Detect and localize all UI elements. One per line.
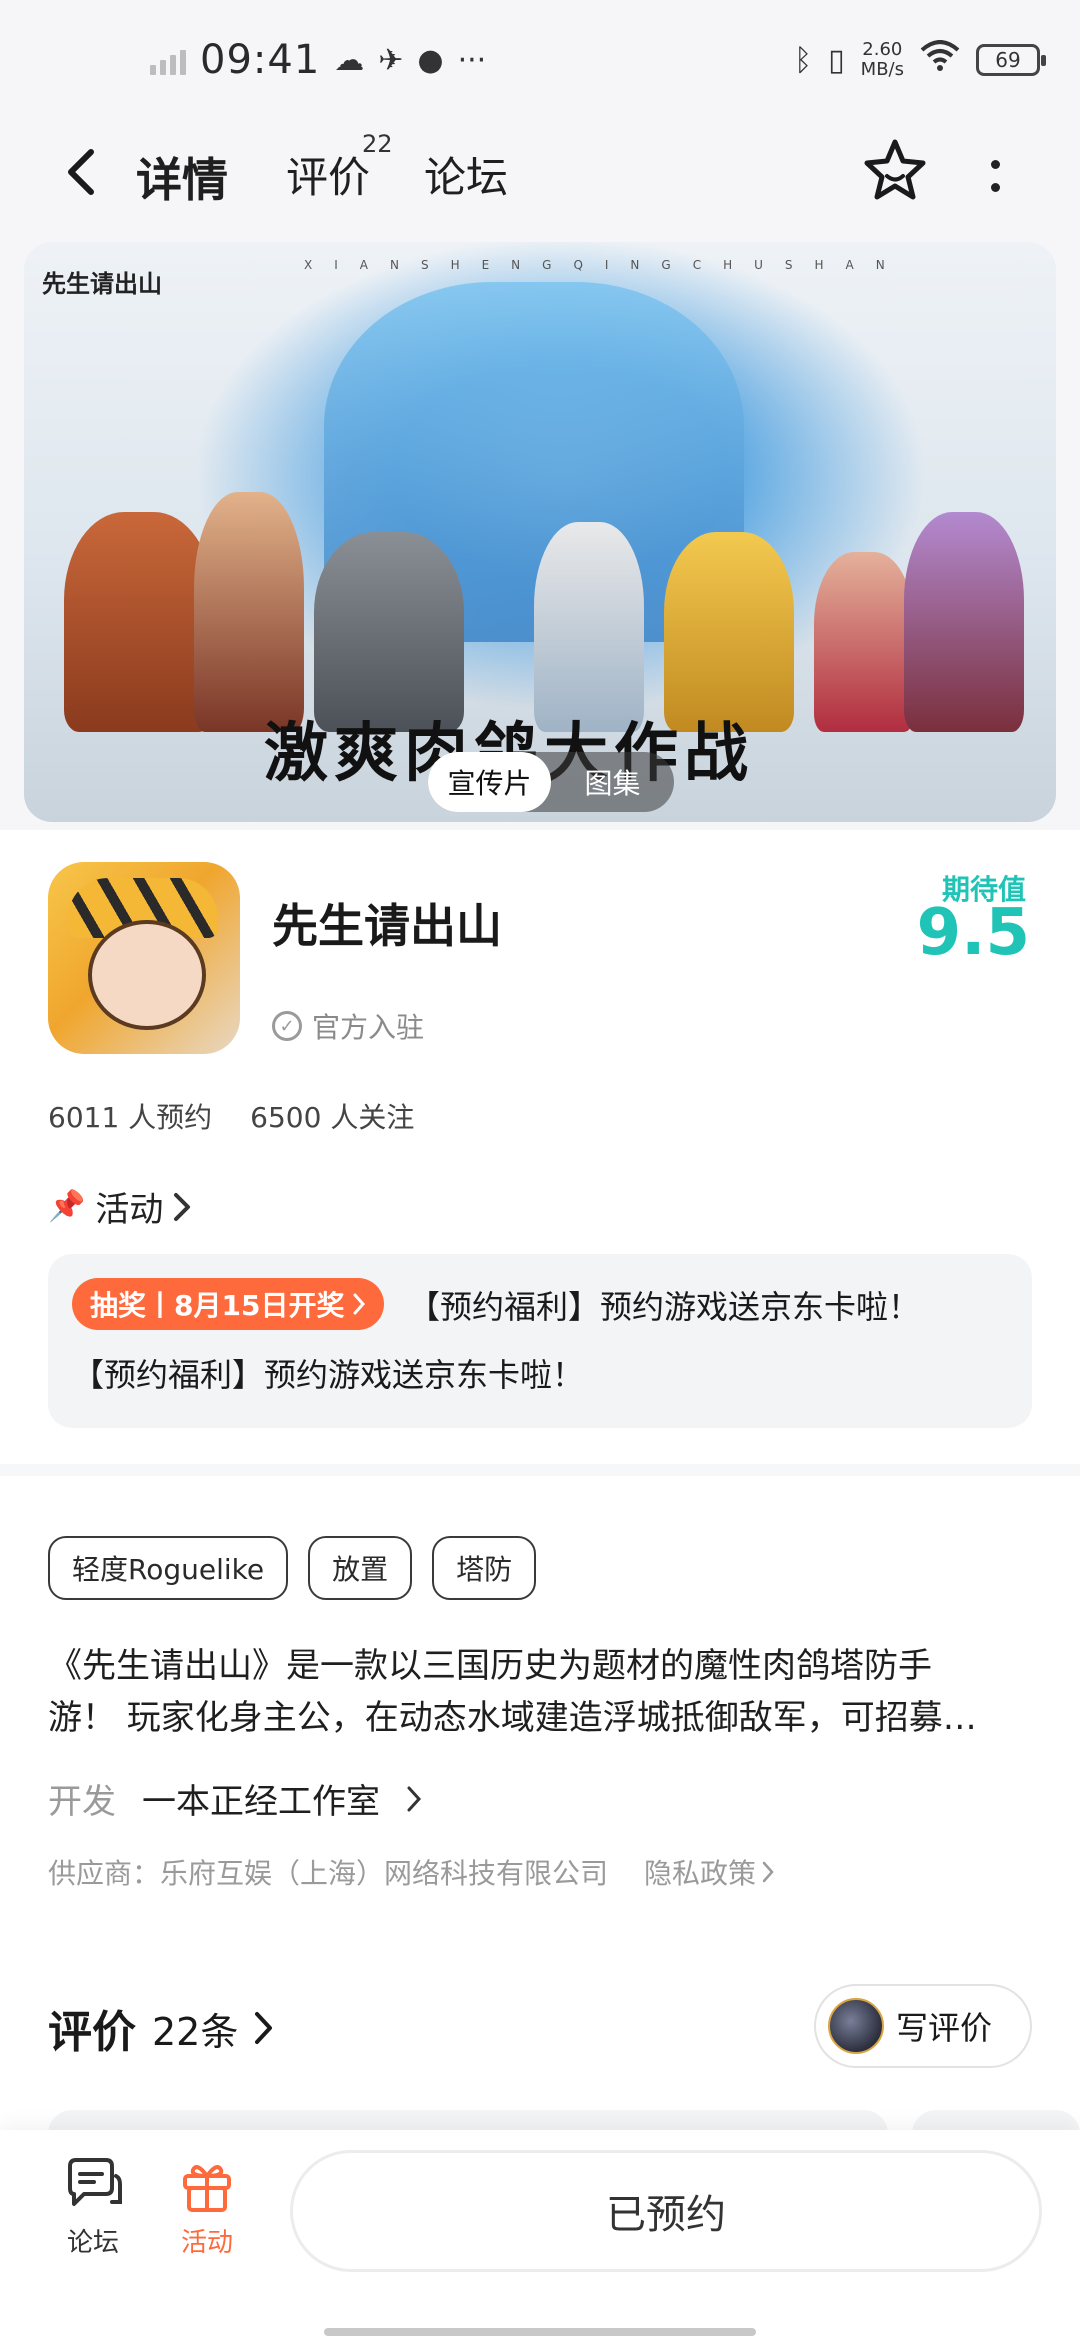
reserved-button-label: 已预约 (606, 2192, 726, 2238)
reviews-title: 评价 (48, 2007, 136, 2058)
status-time: 09:41 (200, 37, 321, 83)
developer-label: 开发 (48, 1782, 116, 1822)
video-option[interactable]: 宣传片 (428, 752, 551, 812)
hero-figure (194, 492, 304, 732)
top-nav: 详情 评价 22 论坛 (0, 120, 1080, 230)
developer-row[interactable]: 开发 一本正经工作室 (48, 1774, 422, 1823)
network-speed: 2.60 MB/s (861, 40, 904, 80)
media-toggle: 宣传片 图集 (428, 752, 674, 812)
reviews-header[interactable]: 评价 22条 (48, 1996, 274, 2060)
section-divider (0, 1464, 1080, 1476)
hero-figure (904, 512, 1024, 732)
official-badge: ✓ 官方入驻 (272, 1006, 424, 1046)
wifi-icon (920, 40, 960, 80)
activity-card[interactable]: 抽奖丨8月15日开奖 【预约福利】预约游戏送京东卡啦！ 【预约福利】预约游戏送京… (48, 1254, 1032, 1428)
genre-tags: 轻度Roguelike 放置 塔防 (48, 1536, 537, 1600)
status-left: 09:41 ☁ ✈ ● ··· (150, 30, 486, 90)
promo-banner[interactable]: 先生请出山 XIANSHENGQINGCHUSHAN 激爽肉鸽大作战 宣传片 图… (24, 242, 1056, 822)
network-speed-unit: MB/s (860, 59, 904, 80)
official-label: 官方入驻 (312, 1011, 425, 1044)
tab-reviews-label: 评价 (286, 153, 371, 202)
tag-roguelike[interactable]: 轻度Roguelike (48, 1536, 289, 1600)
activity-line-1: 【预约福利】预约游戏送京东卡啦！ (408, 1288, 921, 1326)
lottery-tag-label: 抽奖丨8月15日开奖 (90, 1289, 345, 1322)
star-icon (864, 139, 926, 200)
tab-details-label: 详情 (136, 153, 228, 207)
chevron-right-icon (174, 1192, 191, 1221)
activity-title: 活动 (95, 1190, 164, 1230)
pin-icon: 📌 (48, 1189, 86, 1224)
more-dots-icon: ··· (457, 42, 487, 78)
reviews-count: 22条 (152, 2009, 239, 2054)
tab-forum-label: 论坛 (424, 153, 509, 202)
app-icon (48, 862, 240, 1054)
description-line-1: 《先生请出山》是一款以三国历史为题材的魔性肉鸽塔防手 (48, 1646, 932, 1686)
gift-icon (183, 2165, 231, 2212)
expect-score: 9.5 (916, 896, 1030, 970)
write-review-button[interactable]: 写评价 (814, 1984, 1032, 2068)
tab-forum[interactable]: 论坛 (424, 144, 508, 205)
gallery-option[interactable]: 图集 (551, 752, 674, 812)
privacy-policy-link[interactable]: 隐私政策 (644, 1852, 774, 1892)
game-stats: 6011 人预约 6500 人关注 (48, 1096, 414, 1136)
avatar (828, 1998, 884, 2054)
hero-figure (814, 552, 914, 732)
follower-count: 6500 人关注 (250, 1101, 415, 1134)
battery-level: 69 (995, 48, 1021, 72)
more-menu-button[interactable] (970, 146, 1020, 206)
more-vertical-icon (990, 160, 1000, 169)
chevron-left-icon (68, 149, 94, 195)
hero-figure (534, 522, 644, 732)
reservation-count: 6011 人预约 (48, 1101, 213, 1134)
bottom-nav-forum[interactable]: 论坛 (38, 2158, 148, 2259)
bird-icon: ✈ (378, 42, 404, 78)
supplier-text: 供应商：乐府互娱（上海）网络科技有限公司 (48, 1857, 609, 1890)
privacy-policy-label: 隐私政策 (644, 1857, 757, 1890)
chevron-right-icon (255, 2012, 273, 2044)
tab-reviews[interactable]: 评价 (286, 144, 370, 205)
network-speed-value: 2.60 (862, 39, 903, 60)
reserved-button[interactable]: 已预约 (290, 2150, 1042, 2272)
favorite-button[interactable] (860, 136, 930, 206)
hero-figure (64, 512, 214, 732)
banner-subtitle: XIANSHENGQINGCHUSHAN (304, 258, 907, 272)
status-bar: 09:41 ☁ ✈ ● ··· ᛒ ▯ 2.60 MB/s 69 (0, 0, 1080, 120)
developer-name: 一本正经工作室 (142, 1782, 380, 1822)
tag-tower-defense[interactable]: 塔防 (432, 1536, 537, 1600)
bottom-nav-activity-label: 活动 (180, 2228, 233, 2258)
chevron-right-icon (407, 1786, 422, 1811)
lottery-tag: 抽奖丨8月15日开奖 (72, 1278, 385, 1330)
bottom-nav-activity[interactable]: 活动 (152, 2158, 262, 2259)
battery-icon: 69 (976, 44, 1046, 76)
tag-idle[interactable]: 放置 (308, 1536, 413, 1600)
signal-icon (150, 45, 186, 75)
supplier-row: 供应商：乐府互娱（上海）网络科技有限公司 隐私政策 (48, 1852, 774, 1892)
bluetooth-icon: ᛒ (794, 42, 813, 78)
chat-bubble-icon (68, 2158, 122, 2206)
bottom-bar: 论坛 活动 已预约 (0, 2130, 1080, 2340)
game-title: 先生请出山 (272, 899, 502, 953)
game-description[interactable]: 《先生请出山》是一款以三国历史为题材的魔性肉鸽塔防手 游！ 玩家化身主公，在动态… (48, 1640, 1038, 1744)
flame-icon: ● (417, 42, 444, 78)
banner-section: 先生请出山 XIANSHENGQINGCHUSHAN 激爽肉鸽大作战 宣传片 图… (0, 230, 1080, 830)
vibrate-icon: ▯ (828, 42, 845, 78)
chevron-right-icon (762, 1861, 774, 1883)
reviews-count-badge: 22 (362, 130, 393, 158)
tab-details[interactable]: 详情 (136, 144, 228, 216)
chevron-right-icon (353, 1293, 366, 1315)
activity-line-2: 【预约福利】预约游戏送京东卡啦！ (72, 1356, 585, 1394)
bottom-nav-forum-label: 论坛 (66, 2228, 119, 2258)
description-line-2: 游！ 玩家化身主公，在动态水域建造浮城抵御敌军，可招募… (48, 1698, 977, 1738)
check-circle-icon: ✓ (272, 1011, 302, 1041)
status-right: ᛒ ▯ 2.60 MB/s 69 (794, 30, 1046, 90)
banner-logo: 先生请出山 (42, 270, 162, 298)
write-review-label: 写评价 (896, 2009, 993, 2047)
home-indicator[interactable] (324, 2328, 756, 2336)
activity-header[interactable]: 📌 活动 (48, 1182, 191, 1231)
cloud-icon: ☁ (334, 42, 365, 78)
back-button[interactable] (50, 142, 110, 202)
